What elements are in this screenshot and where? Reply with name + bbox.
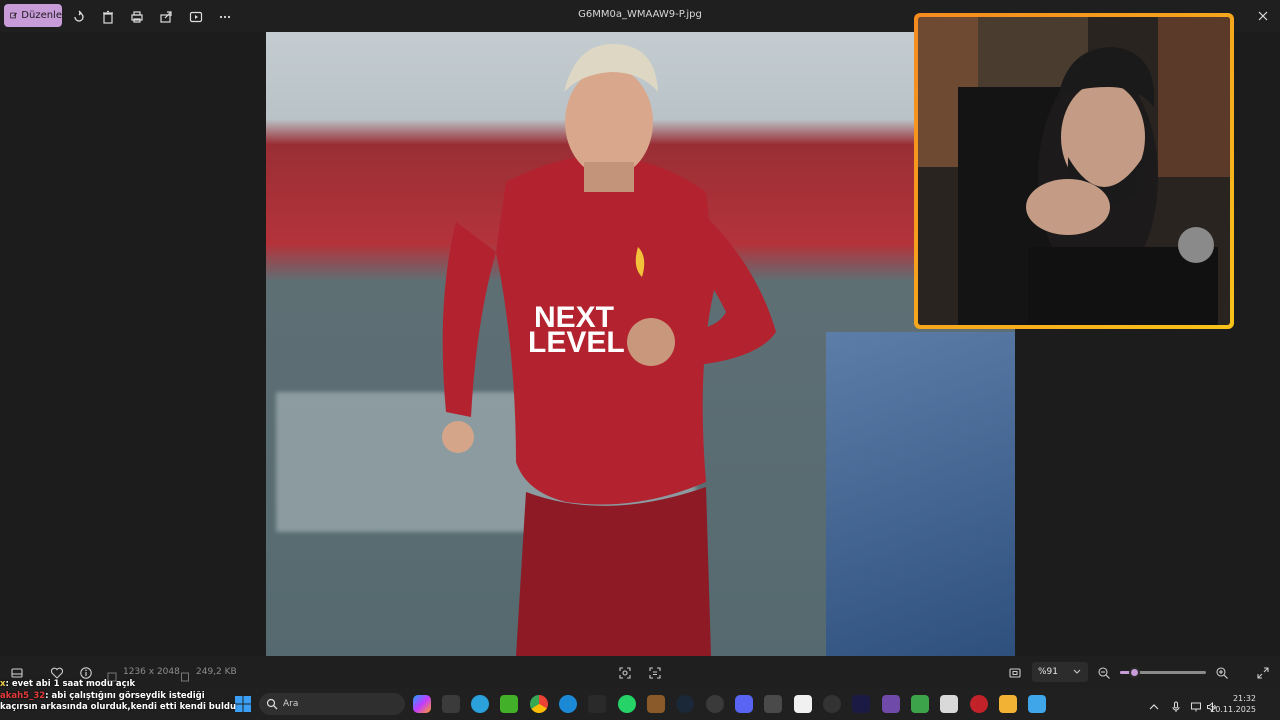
streamer-video <box>918 17 1230 325</box>
edit-button[interactable]: Düzenle <box>4 4 62 27</box>
app-icon-dark[interactable] <box>588 695 606 713</box>
filmstrip-icon[interactable] <box>10 665 24 679</box>
discord-icon[interactable] <box>735 695 753 713</box>
app-icon-gray[interactable] <box>764 695 782 713</box>
chat-text: : evet abi 1 saat modu açık <box>5 679 136 689</box>
search-placeholder: Ara <box>283 699 299 709</box>
print-icon[interactable] <box>130 9 144 23</box>
resolution-icon <box>107 667 117 682</box>
capcut-icon[interactable] <box>794 695 812 713</box>
store-icon[interactable] <box>442 695 460 713</box>
app-icon-light[interactable] <box>940 695 958 713</box>
start-icon[interactable] <box>234 695 252 713</box>
telegram-icon[interactable] <box>471 695 489 713</box>
zoom-slider[interactable] <box>1120 667 1206 678</box>
zoom-level-select[interactable]: %91 <box>1032 662 1088 682</box>
microphone-icon[interactable] <box>1170 698 1182 712</box>
chat-message: x: evet abi 1 saat modu açık <box>0 679 236 691</box>
clock[interactable]: 21:32 20.11.2025 <box>1210 693 1256 715</box>
chrome-icon[interactable] <box>530 695 548 713</box>
file-size: 249,2 KB <box>196 667 237 677</box>
clock-date: 20.11.2025 <box>1210 705 1256 714</box>
chat-username: akah5_32 <box>0 690 46 701</box>
chevron-down-icon <box>1073 667 1081 678</box>
chat-overlay: x: evet abi 1 saat modu açık akah5_32: a… <box>0 679 236 714</box>
text-scan-icon[interactable] <box>648 665 662 679</box>
slideshow-icon[interactable] <box>189 9 203 23</box>
favorite-icon[interactable] <box>50 665 64 679</box>
rotate-icon[interactable] <box>72 9 86 23</box>
delete-icon[interactable] <box>101 9 115 24</box>
info-icon[interactable] <box>79 665 93 679</box>
browser-icon[interactable] <box>559 695 577 713</box>
close-icon[interactable] <box>1256 8 1270 22</box>
file-explorer-icon[interactable] <box>999 695 1017 713</box>
fit-to-window-icon[interactable] <box>1008 665 1022 679</box>
zoom-level-value: %91 <box>1038 667 1059 677</box>
tray-overflow-icon[interactable] <box>1148 698 1160 710</box>
main-photo[interactable]: NEXT LEVEL <box>266 32 1015 656</box>
4k-app-icon[interactable] <box>823 695 841 713</box>
steam-icon[interactable] <box>676 695 694 713</box>
clock-time: 21:32 <box>1232 694 1256 703</box>
file-size-icon <box>180 667 190 682</box>
chatgpt-icon[interactable] <box>706 695 724 713</box>
webcam-overlay <box>914 13 1234 329</box>
edit-icon <box>10 12 17 19</box>
fullscreen-icon[interactable] <box>1256 665 1270 679</box>
jersey-text-bottom: LEVEL <box>528 326 625 359</box>
taskbar-search[interactable]: Ara <box>259 693 405 715</box>
share-icon[interactable] <box>159 9 173 23</box>
game-icon[interactable] <box>647 695 665 713</box>
zoom-slider-thumb[interactable] <box>1128 667 1140 678</box>
network-icon[interactable] <box>1190 698 1202 712</box>
more-icon[interactable] <box>218 9 232 23</box>
chat-text: kaçırsın arkasında olurduk,kendi etti ke… <box>0 702 236 712</box>
app-icon-red[interactable] <box>970 695 988 713</box>
app-icon-puzzle[interactable] <box>911 695 929 713</box>
app-icon-green[interactable] <box>500 695 518 713</box>
premiere-icon[interactable] <box>852 695 870 713</box>
search-icon <box>266 698 278 710</box>
zoom-in-icon[interactable] <box>1215 665 1229 679</box>
visual-search-icon[interactable] <box>618 665 632 679</box>
photos-icon[interactable] <box>1028 695 1046 713</box>
image-dimensions: 1236 x 2048 <box>123 667 180 677</box>
background-board <box>826 332 1015 656</box>
file-title: G6MM0a_WMAAW9-P.jpg <box>578 9 702 20</box>
app-icon-purple[interactable] <box>882 695 900 713</box>
edit-button-label: Düzenle <box>21 10 62 21</box>
whatsapp-icon[interactable] <box>618 695 636 713</box>
copilot-icon[interactable] <box>413 695 431 713</box>
player-figure: NEXT LEVEL <box>442 43 776 656</box>
chat-message: kaçırsın arkasında olurduk,kendi etti ke… <box>0 702 236 714</box>
zoom-out-icon[interactable] <box>1097 665 1111 679</box>
chat-message: akah5_32: abi çalıştığını görseydik iste… <box>0 691 236 703</box>
chat-text: : abi çalıştığını görseydik istediği <box>45 690 205 701</box>
